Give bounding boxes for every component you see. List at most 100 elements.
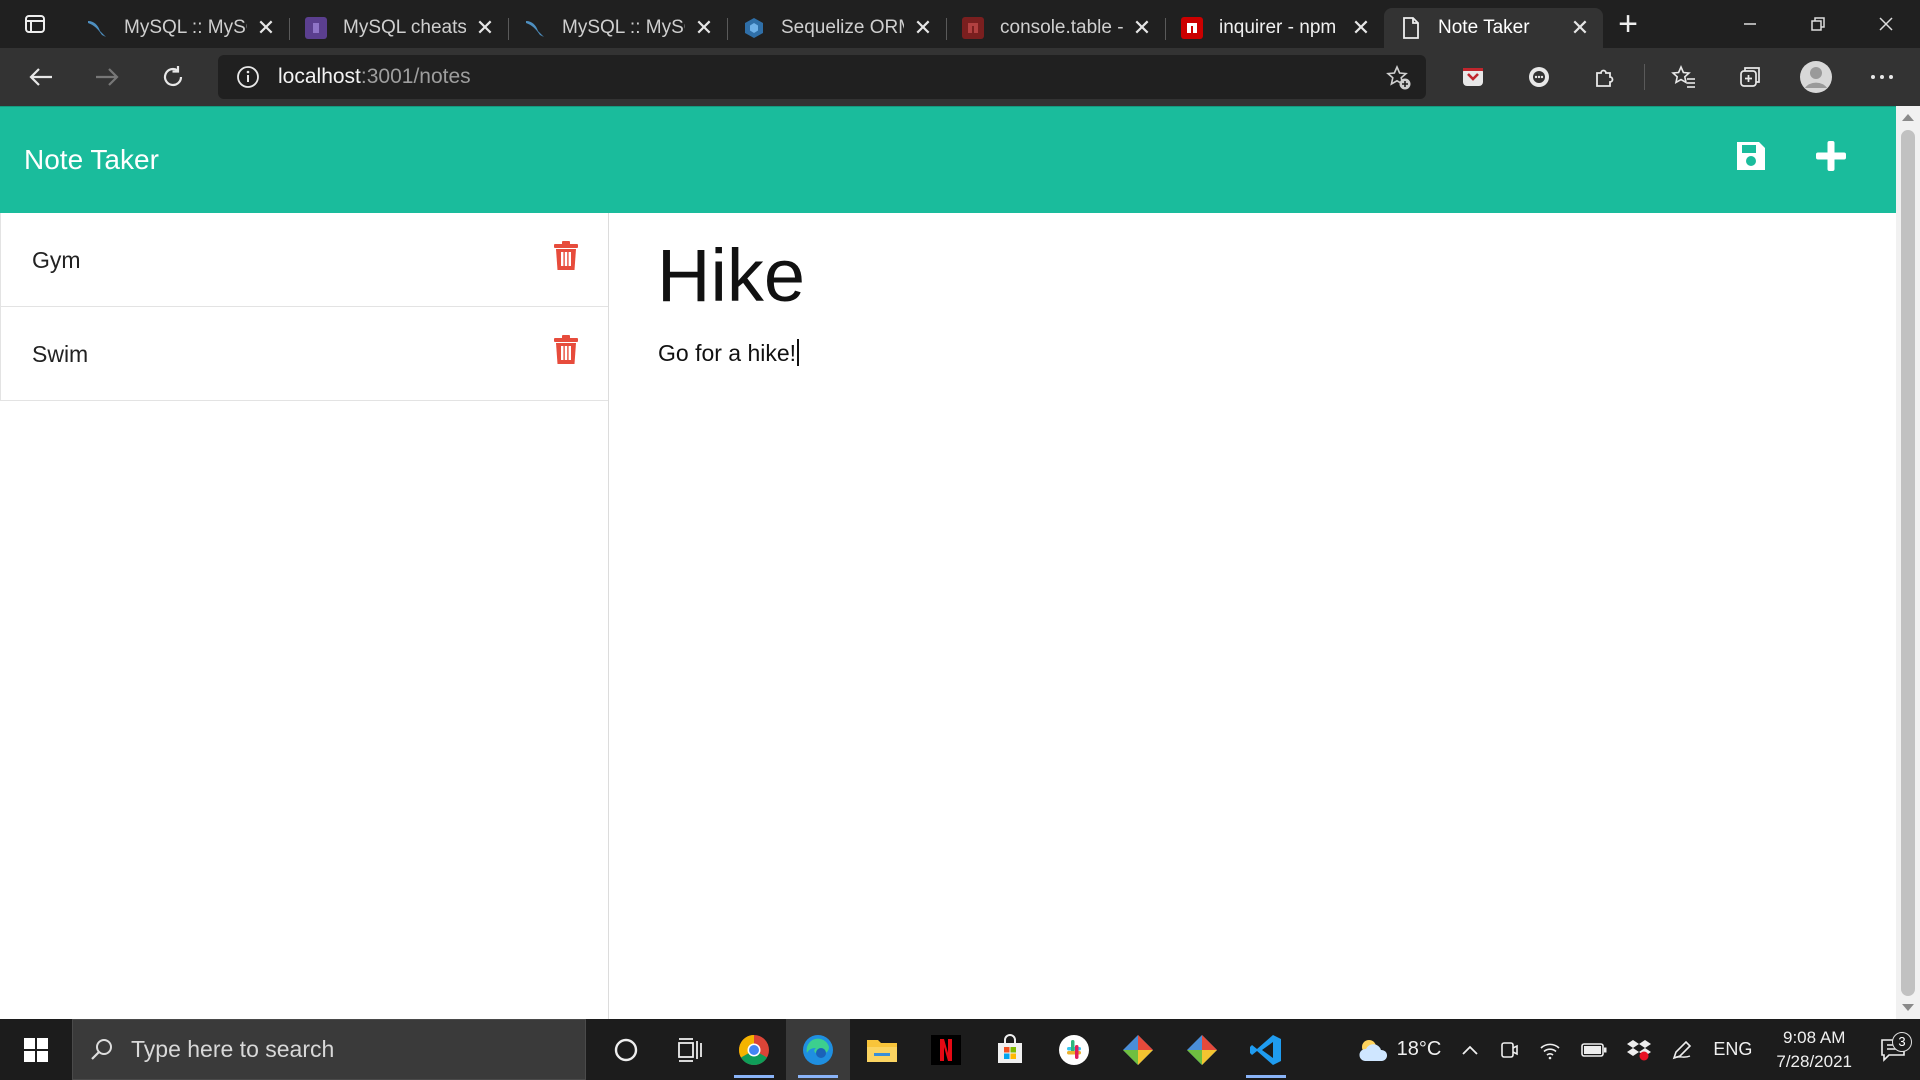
close-icon[interactable]: ✕ <box>255 15 277 40</box>
taskbar-edge[interactable] <box>786 1019 850 1080</box>
scroll-down-icon[interactable] <box>1902 1004 1914 1011</box>
site-info-icon[interactable] <box>218 65 278 89</box>
pen-icon[interactable] <box>1661 1039 1703 1061</box>
close-icon <box>1879 17 1893 31</box>
close-icon[interactable]: ✕ <box>693 15 715 40</box>
arrow-left-icon <box>29 68 52 86</box>
collections-icon <box>1740 67 1760 87</box>
tab-title: MySQL :: MySQ <box>124 17 247 38</box>
tab-mysql-cheatsheet[interactable]: MySQL cheatsh ✕ <box>289 8 509 48</box>
npm-icon <box>962 17 984 39</box>
toolbar-extensions <box>1440 48 1915 106</box>
folder-icon <box>867 1039 897 1062</box>
taskbar-git-2[interactable] <box>1170 1019 1234 1080</box>
dropbox-icon[interactable] <box>1617 1039 1661 1061</box>
cortana-button[interactable] <box>594 1019 658 1080</box>
meet-now-icon[interactable] <box>1489 1040 1529 1060</box>
back-button[interactable] <box>8 48 74 106</box>
taskbar-clock[interactable]: 9:08 AM 7/28/2021 <box>1762 1026 1866 1074</box>
refresh-button[interactable] <box>140 48 206 106</box>
puzzle-icon <box>1596 69 1614 87</box>
scrollbar-thumb[interactable] <box>1901 130 1915 996</box>
note-title-input[interactable]: Hike <box>657 233 805 318</box>
settings-menu-button[interactable] <box>1849 48 1915 106</box>
favorites-button[interactable] <box>1651 48 1717 106</box>
avatar-icon <box>1800 61 1832 93</box>
close-icon[interactable]: ✕ <box>1569 15 1591 40</box>
save-icon <box>1737 142 1765 170</box>
close-window-button[interactable] <box>1852 0 1920 48</box>
windows-logo-icon <box>24 1037 48 1062</box>
delete-note-button[interactable] <box>553 241 579 271</box>
extension-button[interactable] <box>1506 48 1572 106</box>
chrome-icon <box>738 1034 769 1065</box>
trash-icon <box>554 335 578 364</box>
tab-actions-icon <box>25 15 45 33</box>
taskbar-microsoft-store[interactable] <box>978 1019 1042 1080</box>
note-title[interactable]: Swim <box>32 341 88 368</box>
taskbar-search[interactable]: Type here to search <box>72 1019 586 1080</box>
git-diamond-icon <box>1123 1034 1153 1065</box>
battery-icon[interactable] <box>1571 1042 1617 1058</box>
taskbar-chrome[interactable] <box>722 1019 786 1080</box>
list-item[interactable]: Gym <box>0 213 608 307</box>
start-button[interactable] <box>0 1019 72 1080</box>
input-language[interactable]: ENG <box>1703 1039 1762 1060</box>
tab-title: console.table - <box>1000 17 1123 38</box>
close-icon[interactable]: ✕ <box>474 15 496 40</box>
address-bar[interactable]: localhost:3001/notes <box>218 55 1426 99</box>
profile-button[interactable] <box>1783 48 1849 106</box>
tab-mysql-1[interactable]: MySQL :: MySQ ✕ <box>70 8 290 48</box>
list-item[interactable]: Swim <box>0 307 608 401</box>
weather-widget[interactable]: 18°C <box>1347 1037 1452 1063</box>
pocket-extension-button[interactable] <box>1440 48 1506 106</box>
tab-note-taker[interactable]: Note Taker ✕ <box>1384 8 1603 48</box>
dots-circle-icon <box>1529 67 1549 87</box>
note-title[interactable]: Gym <box>32 247 81 274</box>
wifi-icon[interactable] <box>1529 1040 1571 1060</box>
tab-actions-button[interactable] <box>0 0 70 48</box>
restore-icon <box>1811 17 1825 31</box>
arrow-right-icon <box>96 68 119 86</box>
new-note-button[interactable] <box>1814 139 1848 178</box>
browser-tabstrip: MySQL :: MySQ ✕ MySQL cheatsh ✕ MySQL ::… <box>0 0 1920 48</box>
show-hidden-icons-button[interactable] <box>1451 1044 1489 1056</box>
close-icon[interactable]: ✕ <box>912 15 934 40</box>
tab-mysql-2[interactable]: MySQL :: MySQ ✕ <box>508 8 728 48</box>
add-favorite-icon[interactable] <box>1386 64 1412 96</box>
close-icon[interactable]: ✕ <box>1350 15 1372 40</box>
collections-button[interactable] <box>1717 48 1783 106</box>
taskbar-netflix[interactable] <box>914 1019 978 1080</box>
netflix-icon <box>931 1034 961 1065</box>
page-scrollbar[interactable] <box>1896 106 1920 1019</box>
taskbar-slack[interactable] <box>1042 1019 1106 1080</box>
extensions-button[interactable] <box>1572 48 1638 106</box>
tab-title: Note Taker <box>1438 17 1530 38</box>
save-note-button[interactable] <box>1734 139 1768 178</box>
taskbar-file-explorer[interactable] <box>850 1019 914 1080</box>
close-icon[interactable]: ✕ <box>1131 15 1153 40</box>
task-view-icon <box>678 1037 702 1062</box>
git-diamond-icon <box>1187 1034 1217 1065</box>
action-center-button[interactable]: 3 <box>1866 1031 1920 1062</box>
restore-button[interactable] <box>1784 0 1852 48</box>
app-brand[interactable]: Note Taker <box>24 144 159 176</box>
tab-console-table[interactable]: console.table - ✕ <box>946 8 1166 48</box>
browser-toolbar: localhost:3001/notes <box>0 48 1920 106</box>
cloud-icon <box>1359 1039 1387 1061</box>
tab-sequelize[interactable]: Sequelize ORM ✕ <box>727 8 947 48</box>
task-view-button[interactable] <box>658 1019 722 1080</box>
note-textarea[interactable]: Go for a hike! <box>658 339 800 367</box>
forward-button[interactable] <box>74 48 140 106</box>
trash-icon <box>554 241 578 270</box>
new-tab-button[interactable]: + <box>1603 0 1653 48</box>
taskbar-git-1[interactable] <box>1106 1019 1170 1080</box>
tab-inquirer[interactable]: inquirer - npm ✕ <box>1165 8 1384 48</box>
minimize-button[interactable] <box>1716 0 1784 48</box>
scroll-up-icon[interactable] <box>1902 114 1914 121</box>
weather-temperature: 18°C <box>1396 1038 1442 1060</box>
taskbar-vscode[interactable] <box>1234 1019 1298 1080</box>
notes-list: Gym Swim <box>0 213 609 1019</box>
delete-note-button[interactable] <box>553 335 579 365</box>
vscode-icon <box>1250 1034 1281 1065</box>
